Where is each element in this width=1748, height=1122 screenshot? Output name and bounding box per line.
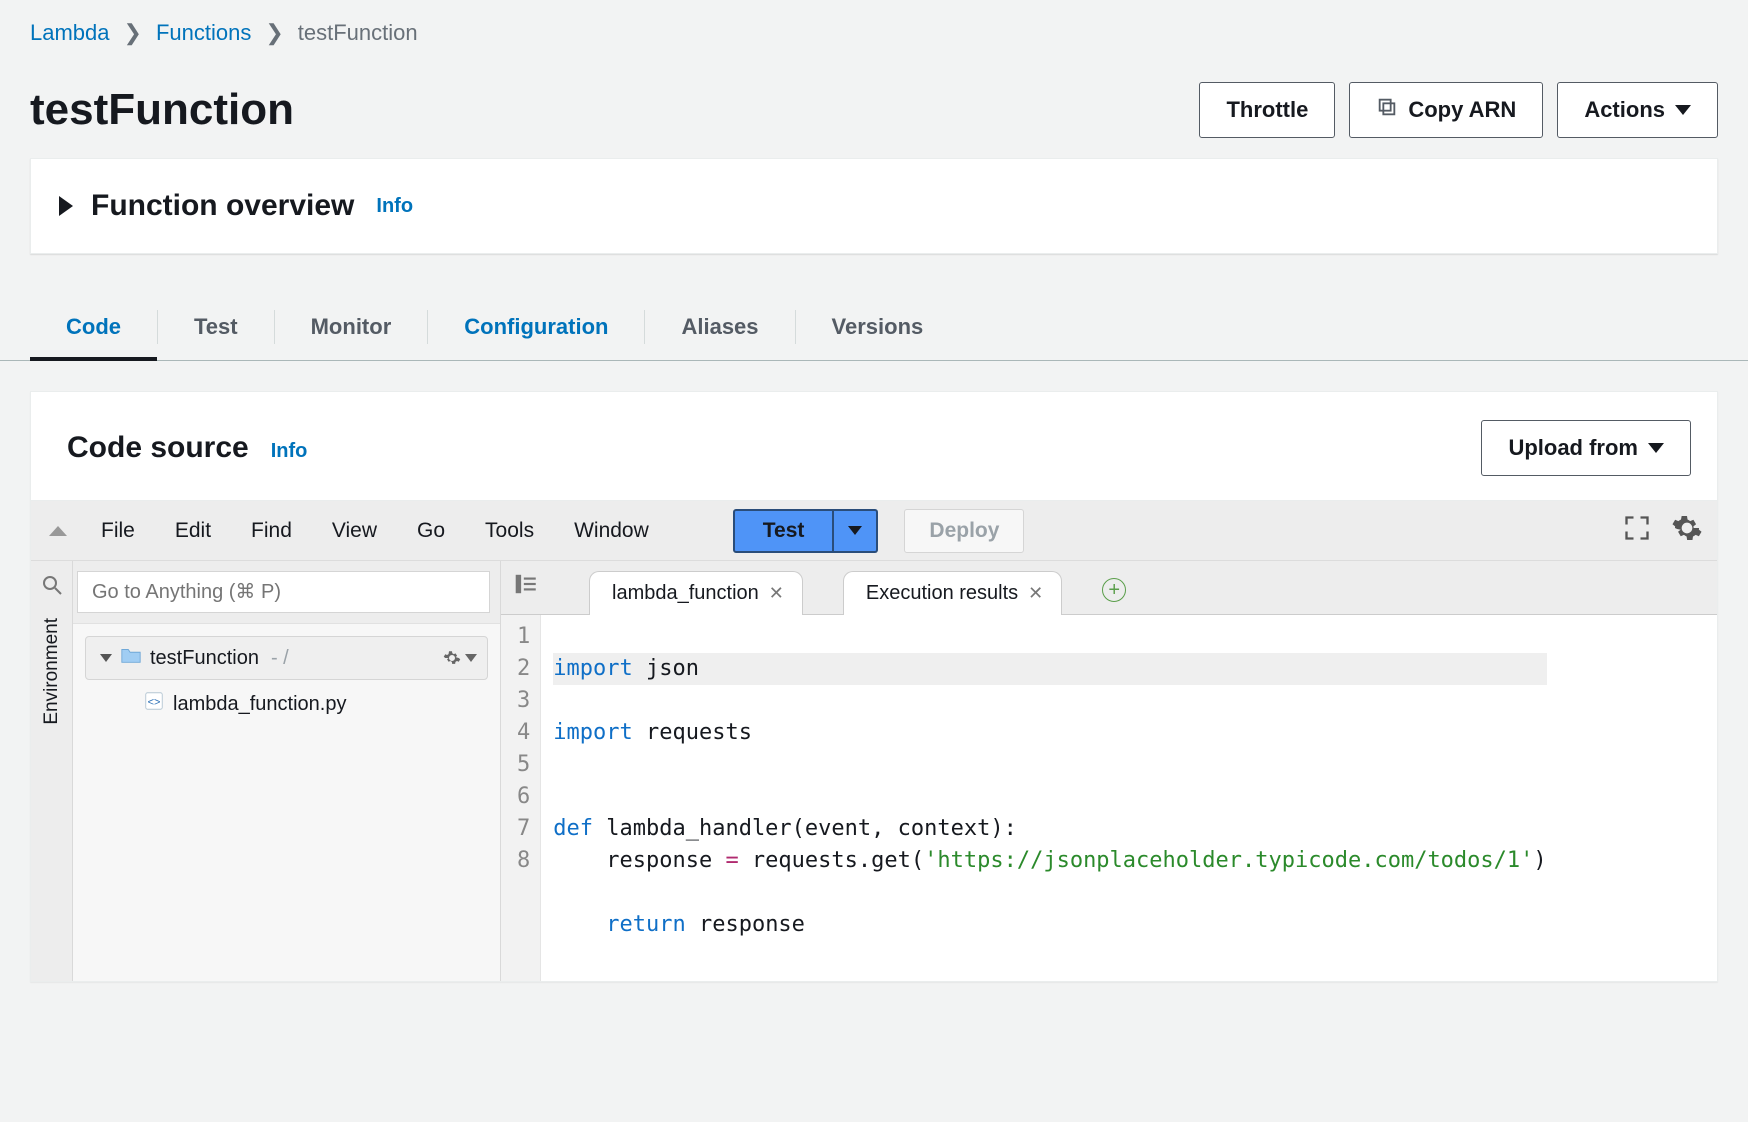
goto-anything-input[interactable]	[77, 571, 490, 613]
breadcrumb-lambda[interactable]: Lambda	[30, 20, 110, 46]
svg-text:<>: <>	[148, 697, 161, 709]
upload-from-label: Upload from	[1508, 435, 1638, 461]
editor-tab-execution-results[interactable]: Execution results ✕	[843, 571, 1062, 615]
overview-info-link[interactable]: Info	[376, 195, 413, 218]
code-source-panel: Code source Info Upload from File Edit F…	[30, 391, 1718, 982]
close-icon[interactable]: ✕	[769, 583, 784, 604]
page-header: testFunction Throttle Copy ARN Actions	[0, 52, 1748, 158]
ide-test-button[interactable]: Test	[733, 509, 835, 553]
upload-from-button[interactable]: Upload from	[1481, 420, 1691, 476]
copy-arn-label: Copy ARN	[1408, 97, 1516, 123]
line-gutter: 1 2 3 4 5 6 7 8	[501, 615, 541, 981]
close-icon[interactable]: ✕	[1028, 583, 1043, 604]
editor-tab-lambda-function[interactable]: lambda_function ✕	[589, 571, 803, 615]
breadcrumb-current: testFunction	[298, 20, 418, 46]
folder-icon	[120, 645, 142, 671]
code-content[interactable]: import json import requests def lambda_h…	[541, 615, 1546, 981]
overview-title: Function overview	[91, 189, 354, 223]
sidebar-rail: Environment	[31, 561, 73, 981]
actions-button[interactable]: Actions	[1557, 82, 1718, 138]
code-editor[interactable]: 1 2 3 4 5 6 7 8 import json import reque…	[501, 615, 1717, 981]
tab-test[interactable]: Test	[158, 294, 274, 360]
cloud9-ide: File Edit Find View Go Tools Window Test…	[31, 500, 1717, 981]
caret-down-icon	[848, 526, 862, 535]
menu-go[interactable]: Go	[401, 511, 461, 551]
menu-tools[interactable]: Tools	[469, 511, 550, 551]
page-title: testFunction	[30, 85, 294, 135]
collapse-menu-icon[interactable]	[49, 526, 67, 536]
chevron-right-icon: ❯	[124, 20, 142, 46]
project-name: testFunction	[150, 647, 259, 670]
editor-tabs: lambda_function ✕ Execution results ✕ +	[501, 561, 1717, 615]
gear-icon[interactable]	[1671, 512, 1703, 549]
tab-versions[interactable]: Versions	[796, 294, 960, 360]
file-lambda-function[interactable]: <> lambda_function.py	[73, 682, 500, 726]
project-root[interactable]: testFunction - /	[85, 636, 488, 680]
menu-edit[interactable]: Edit	[159, 511, 227, 551]
code-source-info-link[interactable]: Info	[271, 440, 308, 463]
tab-configuration[interactable]: Configuration	[428, 294, 644, 360]
breadcrumb-functions[interactable]: Functions	[156, 20, 251, 46]
fullscreen-icon[interactable]	[1623, 514, 1651, 547]
environment-tab[interactable]: Environment	[41, 618, 63, 725]
code-source-title: Code source	[67, 431, 249, 465]
tab-code[interactable]: Code	[30, 294, 157, 360]
search-icon[interactable]	[40, 573, 64, 602]
copy-icon	[1376, 96, 1398, 124]
file-name: lambda_function.py	[173, 693, 346, 716]
ide-deploy-button[interactable]: Deploy	[904, 509, 1024, 553]
editor-tab-label: Execution results	[866, 582, 1018, 605]
throttle-button[interactable]: Throttle	[1199, 82, 1335, 138]
project-gear-icon[interactable]	[443, 649, 477, 667]
function-tabs: Code Test Monitor Configuration Aliases …	[0, 294, 1748, 361]
tab-monitor[interactable]: Monitor	[275, 294, 428, 360]
file-tree: testFunction - / <> lambda_function.py	[73, 561, 501, 981]
new-tab-button[interactable]: +	[1102, 578, 1126, 602]
menu-window[interactable]: Window	[558, 511, 665, 551]
chevron-right-icon: ❯	[265, 20, 283, 46]
caret-down-icon	[1648, 443, 1664, 453]
breadcrumb: Lambda ❯ Functions ❯ testFunction	[0, 0, 1748, 52]
menu-find[interactable]: Find	[235, 511, 308, 551]
ide-body: Environment testFunction - /	[31, 561, 1717, 981]
project-suffix: - /	[271, 647, 289, 670]
tab-aliases[interactable]: Aliases	[645, 294, 794, 360]
editor-tab-label: lambda_function	[612, 582, 759, 605]
caret-down-icon	[1675, 105, 1691, 115]
function-overview-panel: Function overview Info	[30, 158, 1718, 254]
menu-file[interactable]: File	[85, 511, 151, 551]
menu-view[interactable]: View	[316, 511, 393, 551]
toggle-gutter-icon[interactable]	[509, 571, 549, 614]
ide-test-button-group: Test	[733, 509, 879, 553]
python-file-icon: <>	[143, 690, 165, 718]
ide-menu-bar: File Edit Find View Go Tools Window Test…	[31, 501, 1717, 561]
actions-label: Actions	[1584, 97, 1665, 123]
copy-arn-button[interactable]: Copy ARN	[1349, 82, 1543, 138]
header-actions: Throttle Copy ARN Actions	[1199, 82, 1718, 138]
ide-test-dropdown[interactable]	[834, 509, 878, 553]
expand-overview-toggle[interactable]	[59, 196, 73, 216]
caret-down-icon	[100, 654, 112, 662]
editor-area: lambda_function ✕ Execution results ✕ + …	[501, 561, 1717, 981]
